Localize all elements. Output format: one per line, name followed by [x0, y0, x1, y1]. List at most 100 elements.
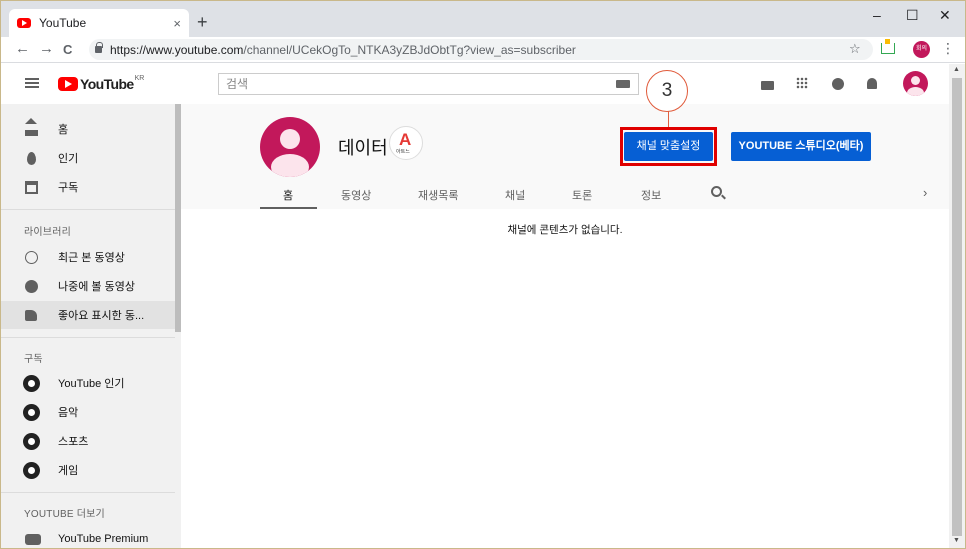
subscriptions-section-title: 구독: [24, 354, 43, 365]
sidebar-item-label: 홈: [58, 124, 69, 136]
sidebar-item-label: 나중에 볼 동영상: [58, 281, 135, 293]
subscription-sports[interactable]: 스포츠: [1, 427, 175, 455]
address-bar-row: ← → C https://www.youtube.com/channel/UC…: [1, 37, 965, 63]
empty-channel-message: 채널에 콘텐츠가 없습니다.: [507, 224, 623, 236]
youtube-studio-button[interactable]: YOUTUBE 스튜디오(베타): [731, 132, 871, 161]
tab-close-icon[interactable]: ×: [173, 16, 181, 31]
close-window-button[interactable]: ✕: [939, 7, 951, 24]
sidebar-item-label: 게임: [58, 465, 79, 477]
sidebar-item-youtube-premium[interactable]: YouTube Premium: [1, 525, 175, 548]
sidebar-item-home[interactable]: 홈: [1, 115, 175, 143]
active-tab-indicator: [260, 207, 317, 209]
scroll-down-icon[interactable]: ▼: [953, 537, 960, 544]
gaming-icon: [23, 461, 40, 479]
tab-home[interactable]: 홈: [283, 187, 293, 203]
subscriptions-icon: [25, 180, 38, 194]
liked-icon: [25, 309, 37, 321]
youtube-masthead: YouTube KR 검색: [1, 64, 949, 104]
sidebar-item-trending[interactable]: 인기: [1, 144, 175, 172]
tab-videos[interactable]: 동영상: [341, 187, 371, 203]
divider: [1, 337, 175, 338]
account-avatar[interactable]: [903, 71, 928, 96]
forward-button[interactable]: →: [39, 40, 54, 57]
badge-letter: A: [399, 130, 412, 149]
messages-icon[interactable]: [832, 78, 844, 90]
divider: [1, 492, 175, 493]
sidebar-item-label: YouTube Premium: [58, 533, 149, 545]
extension-icon[interactable]: [881, 39, 895, 54]
browser-window: YouTube × + – ☐ ✕ ← → C https://www.yout…: [0, 0, 966, 549]
sidebar-item-history[interactable]: 최근 본 동영상: [1, 243, 175, 271]
reload-button[interactable]: C: [63, 42, 72, 57]
history-icon: [25, 250, 38, 264]
sidebar-item-watch-later[interactable]: 나중에 볼 동영상: [1, 272, 175, 300]
lock-icon: [95, 42, 103, 53]
step-callout-badge: 3: [646, 70, 688, 112]
channel-search-icon[interactable]: [711, 186, 722, 197]
trending-icon: [27, 151, 36, 165]
channel-header: 데이터 A 아트느 채널 맞춤설정 YOUTUBE 스튜디오(베타) 홈 동영상…: [181, 104, 949, 209]
sidebar-item-label: YouTube 인기: [58, 378, 125, 390]
sidebar-item-label: 구독: [58, 182, 79, 194]
url-path: /channel/UCekOgTo_NTKA3yZBJdObtTg?view_a…: [243, 42, 576, 57]
maximize-button[interactable]: ☐: [906, 7, 919, 24]
tab-channels[interactable]: 채널: [505, 187, 525, 203]
channel-badge-logo: A 아트느: [389, 126, 423, 160]
channel-avatar[interactable]: [260, 117, 320, 177]
tab-playlists[interactable]: 재생목록: [418, 187, 458, 203]
subscription-music[interactable]: 음악: [1, 398, 175, 426]
sports-icon: [23, 432, 40, 450]
sidebar-item-label: 좋아요 표시한 동...: [58, 310, 145, 322]
youtube-logo[interactable]: YouTube KR: [58, 74, 145, 92]
apps-grid-icon[interactable]: [796, 77, 808, 89]
tab-strip: YouTube × + – ☐ ✕: [1, 1, 965, 37]
notifications-bell-icon[interactable]: [867, 78, 877, 89]
channel-tabs: 홈 동영상 재생목록 채널 토론 정보 ›: [181, 179, 949, 209]
channel-avatar-icon: [23, 374, 40, 392]
tabs-next-arrow-icon[interactable]: ›: [923, 185, 927, 200]
library-section-title: 라이브러리: [24, 227, 71, 238]
divider: [1, 209, 175, 210]
sidebar-item-subscriptions[interactable]: 구독: [1, 173, 175, 201]
badge-caption: 아트느: [396, 149, 410, 155]
sidebar: 홈 인기 구독 라이브러리 최근 본 동영상 나중에 볼 동영상 좋아요 표시한…: [1, 104, 181, 548]
scrollbar-thumb[interactable]: [952, 78, 962, 536]
back-button[interactable]: ←: [15, 40, 30, 57]
bookmark-star-icon[interactable]: ☆: [849, 41, 861, 57]
highlight-frame: [620, 127, 717, 166]
tab-discussion[interactable]: 토론: [572, 187, 592, 203]
browser-profile-avatar[interactable]: 회의: [913, 41, 930, 58]
create-video-icon[interactable]: [761, 81, 774, 90]
new-tab-button[interactable]: +: [197, 13, 208, 31]
browser-tab[interactable]: YouTube ×: [9, 9, 189, 37]
minimize-button[interactable]: –: [873, 7, 881, 23]
sidebar-item-liked[interactable]: 좋아요 표시한 동...: [1, 301, 175, 329]
browser-menu-icon[interactable]: ⋮: [941, 40, 955, 57]
home-icon: [25, 117, 38, 136]
sidebar-item-label: 음악: [58, 407, 79, 419]
logo-region: KR: [134, 74, 145, 82]
subscription-gaming[interactable]: 게임: [1, 456, 175, 484]
scroll-up-icon[interactable]: ▲: [953, 66, 960, 73]
keyboard-icon[interactable]: [616, 80, 630, 88]
music-icon: [23, 403, 40, 421]
tab-about[interactable]: 정보: [641, 187, 661, 203]
search-input[interactable]: 검색: [218, 73, 639, 95]
sidebar-item-label: 스포츠: [58, 436, 89, 448]
subscription-youtube-popular[interactable]: YouTube 인기: [1, 369, 175, 397]
page-scrollbar[interactable]: ▲ ▼: [949, 64, 965, 548]
watch-later-icon: [25, 279, 38, 293]
sidebar-item-label: 최근 본 동영상: [58, 252, 125, 264]
main-content: 데이터 A 아트느 채널 맞춤설정 YOUTUBE 스튜디오(베타) 홈 동영상…: [181, 104, 949, 548]
youtube-play-icon: [58, 77, 78, 91]
address-bar[interactable]: https://www.youtube.com/channel/UCekOgTo…: [89, 39, 873, 60]
youtube-favicon-icon: [17, 18, 31, 28]
more-section-title: YOUTUBE 더보기: [24, 509, 105, 520]
sidebar-item-label: 인기: [58, 153, 79, 165]
hamburger-menu-icon[interactable]: [25, 78, 39, 88]
youtube-premium-icon: [25, 533, 41, 545]
tab-title: YouTube: [39, 16, 87, 30]
logo-wordmark: YouTube: [80, 76, 134, 92]
channel-name: 데이터: [338, 138, 388, 158]
url-host: https://www.youtube.com: [110, 42, 244, 57]
